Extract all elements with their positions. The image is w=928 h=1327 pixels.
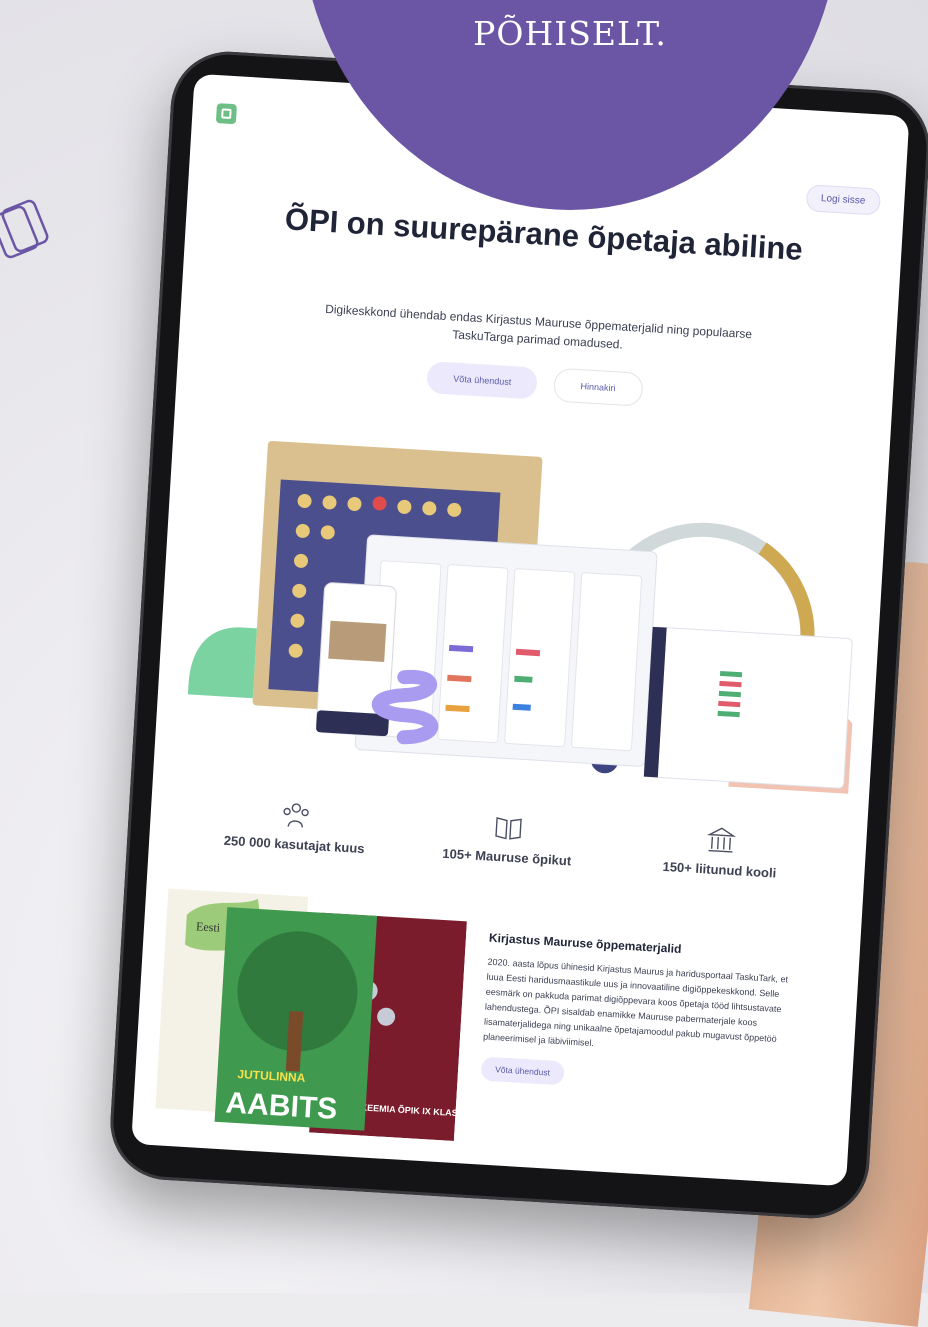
stat-users-label: 250 000 kasutajat kuus xyxy=(223,832,365,857)
pricing-button[interactable]: Hinnakiri xyxy=(552,367,644,407)
cards-outline-icon xyxy=(0,199,49,259)
hero-subtitle: Digikeskkond ühendab endas Kirjastus Mau… xyxy=(324,301,753,352)
site-logo[interactable] xyxy=(215,103,237,125)
hero-buttons: Võta ühendust Hinnakiri xyxy=(177,345,894,421)
center-cover-title: AABITS xyxy=(225,1086,338,1126)
stats-row: 250 000 kasutajat kuus 105+ Mauruse õpik… xyxy=(199,793,817,882)
kirjastus-contact-button[interactable]: Võta ühendust xyxy=(480,1056,565,1086)
stat-schools: 150+ liitunud kooli xyxy=(624,819,817,883)
stat-schools-label: 150+ liitunud kooli xyxy=(662,858,777,881)
kirjastus-section: Kirjastus Mauruse õppematerjalid 2020. a… xyxy=(480,931,809,1100)
left-cover-title: Eesti xyxy=(196,919,221,934)
book-covers: Eesti KEEMIA ÕPIK IX KLASSILE JUTULINNA … xyxy=(155,888,468,1141)
book-icon xyxy=(495,817,522,840)
stat-users: 250 000 kasutajat kuus xyxy=(199,793,392,857)
contact-button[interactable]: Võta ühendust xyxy=(426,361,539,400)
school-icon xyxy=(706,827,736,853)
tablet: Logi sisse ÕPI on suurepärane õpetaja ab… xyxy=(107,48,928,1222)
users-icon xyxy=(283,803,309,828)
login-button[interactable]: Logi sisse xyxy=(805,184,882,216)
tablet-screen: Logi sisse ÕPI on suurepärane õpetaja ab… xyxy=(131,73,910,1187)
stat-books: 105+ Mauruse õpikut xyxy=(412,806,605,870)
kirjastus-text: 2020. aasta lõpus ühinesid Kirjastus Mau… xyxy=(482,956,789,1049)
promo-circle-text: PÕHISELT. xyxy=(473,14,667,53)
stat-books-label: 105+ Mauruse õpikut xyxy=(441,845,572,869)
hero-illustration xyxy=(187,440,853,794)
